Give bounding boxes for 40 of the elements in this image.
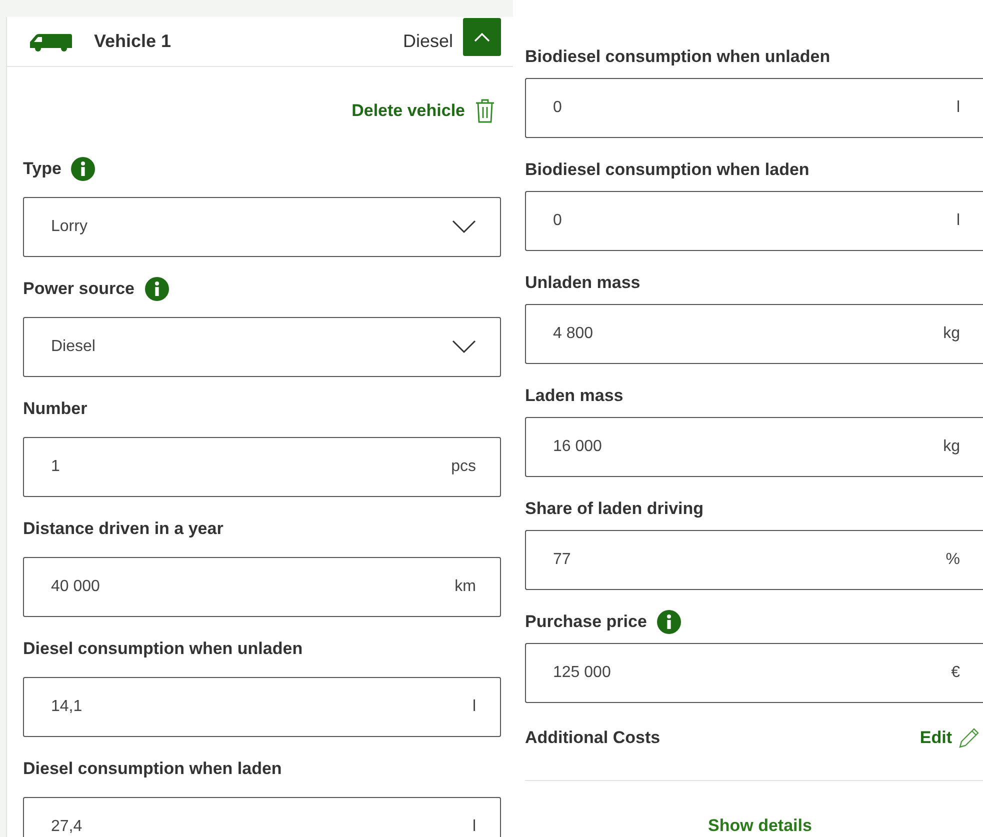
dropdown[interactable]: Diesel <box>23 317 501 377</box>
trash-icon[interactable] <box>475 98 495 124</box>
field-label: Power source <box>23 279 134 299</box>
input-field[interactable]: 1 pcs <box>23 437 501 497</box>
field-label: Diesel consumption when unladen <box>23 639 303 659</box>
input-field[interactable]: 40 000 km <box>23 557 501 617</box>
field-label: Laden mass <box>525 386 624 406</box>
input-field[interactable]: 16 000 kg <box>525 417 983 477</box>
input-field[interactable]: 77 % <box>525 530 983 590</box>
pencil-icon[interactable] <box>958 727 980 749</box>
input-field[interactable]: 14,1 l <box>23 677 501 737</box>
vehicle-title: Vehicle 1 <box>94 31 172 52</box>
info-icon[interactable] <box>144 277 168 301</box>
edit-link[interactable]: Edit <box>920 728 952 748</box>
field-label: Number <box>23 399 88 419</box>
input-field[interactable]: 4 800 kg <box>525 304 983 364</box>
power-source-summary: Diesel <box>402 31 453 52</box>
input-field[interactable]: 0 l <box>525 78 983 138</box>
field-label: Unladen mass <box>525 273 640 293</box>
chevron-down-icon <box>452 220 476 234</box>
additional-costs-label: Additional Costs <box>525 728 660 748</box>
field-label: Type <box>23 159 62 179</box>
field-label: Diesel consumption when laden <box>23 759 282 779</box>
show-details-link[interactable]: Show details <box>525 816 983 836</box>
field-label: Distance driven in a year <box>23 519 224 539</box>
input-field[interactable]: 0 l <box>525 191 983 251</box>
info-icon[interactable] <box>656 610 681 634</box>
delete-vehicle-link[interactable]: Delete vehicle <box>352 101 465 121</box>
input-field[interactable]: 27,4 l <box>23 797 501 837</box>
chevron-down-icon <box>452 340 476 354</box>
van-icon <box>28 32 72 52</box>
info-icon[interactable] <box>71 157 96 181</box>
dropdown[interactable]: Lorry <box>23 197 501 257</box>
input-field[interactable]: 125 000 € <box>525 643 983 703</box>
field-label: Share of laden driving <box>525 499 704 519</box>
field-label: Biodiesel consumption when unladen <box>525 47 830 67</box>
collapse-button[interactable] <box>463 18 501 56</box>
field-label: Purchase price <box>525 612 647 632</box>
chevron-up-icon <box>473 30 491 42</box>
field-label: Biodiesel consumption when laden <box>525 160 810 180</box>
